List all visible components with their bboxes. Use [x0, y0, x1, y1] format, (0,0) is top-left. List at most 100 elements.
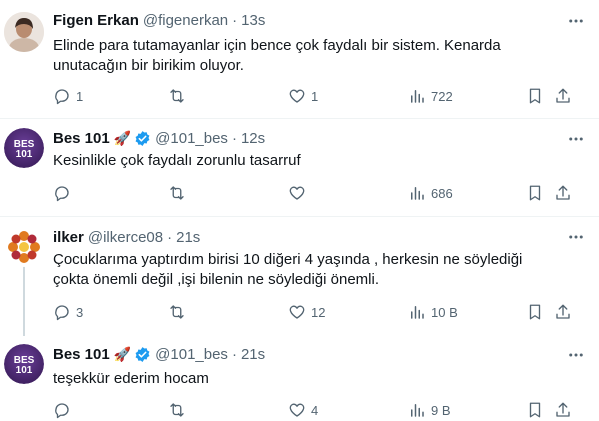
like-button[interactable]: 4 — [288, 400, 318, 420]
tweet-header: Bes 101 🚀 @101_bes · 12s — [53, 128, 265, 148]
avatar-bes[interactable]: BES 101 — [4, 344, 44, 384]
timestamp[interactable]: 12s — [241, 130, 265, 147]
reply-count: 1 — [76, 88, 84, 104]
retweet-button[interactable] — [168, 400, 191, 420]
bes-logo-bottom: 101 — [16, 149, 33, 160]
share-icon — [556, 402, 570, 417]
author-name[interactable]: Figen Erkan — [53, 12, 139, 29]
bookmark-icon — [529, 304, 541, 320]
more-icon — [569, 137, 583, 141]
views-icon — [411, 90, 424, 103]
author-handle[interactable]: @101_bes — [155, 346, 228, 363]
tweet-actions: 3 12 10 B — [48, 302, 588, 322]
like-button[interactable]: 12 — [288, 302, 325, 322]
retweet-button[interactable] — [168, 183, 191, 203]
tweet-text: teşekkür ederim hocam — [53, 370, 209, 387]
views-button[interactable]: 722 — [408, 86, 453, 106]
author-name[interactable]: ilker — [53, 229, 84, 246]
like-count: 4 — [311, 402, 319, 418]
tweet-bes-1[interactable]: BES 101 Bes 101 🚀 @101_bes · 12s Kesinli… — [0, 119, 599, 207]
avatar-bes[interactable]: BES 101 — [4, 128, 44, 168]
avatar-ilker[interactable] — [4, 227, 44, 267]
author-name[interactable]: Bes 101 — [53, 346, 110, 363]
like-count: 1 — [311, 88, 319, 104]
tweet-actions: 1 1 722 — [48, 86, 588, 106]
share-icon — [556, 88, 570, 103]
reply-count: 3 — [76, 304, 84, 320]
like-button[interactable] — [288, 183, 311, 203]
tweet-ilker[interactable]: ilker @ilkerce08 · 21s Çocuklarıma yaptı… — [0, 217, 599, 335]
bookmark-button[interactable] — [526, 400, 544, 420]
separator-dot: · — [232, 11, 238, 29]
rocket-emoji: 🚀 — [113, 129, 132, 146]
author-handle[interactable]: @figenerkan — [143, 12, 228, 29]
avatar-figen[interactable] — [4, 12, 44, 52]
like-count: 12 — [311, 304, 326, 320]
share-button[interactable] — [554, 400, 572, 420]
like-button[interactable]: 1 — [288, 86, 318, 106]
tweet-header: Figen Erkan @figenerkan · 13s — [53, 10, 265, 30]
timestamp[interactable]: 21s — [241, 346, 265, 363]
share-button[interactable] — [554, 86, 572, 106]
reply-button[interactable]: 1 — [53, 86, 83, 106]
tweet-bes-2[interactable]: BES 101 Bes 101 🚀 @101_bes · 21s teşekkü… — [0, 336, 599, 421]
tweet-text: Çocuklarıma yaptırdım birisi 10 diğeri 4… — [53, 251, 523, 288]
reply-button[interactable] — [53, 400, 76, 420]
rocket-emoji: 🚀 — [113, 345, 132, 362]
bookmark-icon — [529, 402, 541, 418]
more-options-button[interactable] — [567, 130, 587, 150]
retweet-icon — [170, 89, 184, 103]
separator-dot: · — [167, 228, 173, 246]
bes-logo-bottom: 101 — [16, 365, 33, 376]
tweet-header: ilker @ilkerce08 · 21s — [53, 227, 200, 247]
bes-logo-icon: BES 101 — [4, 344, 44, 384]
tweet-text: Elinde para tutamayanlar için bence çok … — [53, 37, 501, 74]
like-icon — [289, 305, 305, 319]
flower-pattern-icon — [4, 227, 44, 267]
more-icon — [569, 353, 583, 357]
reply-icon — [55, 89, 69, 105]
views-count: 722 — [431, 88, 453, 104]
share-button[interactable] — [554, 302, 572, 322]
more-options-button[interactable] — [567, 228, 587, 248]
author-name[interactable]: Bes 101 — [53, 130, 110, 147]
views-button[interactable]: 686 — [408, 183, 453, 203]
reply-button[interactable] — [53, 183, 76, 203]
retweet-button[interactable] — [168, 86, 191, 106]
bes-logo-icon: BES 101 — [4, 128, 44, 168]
more-options-button[interactable] — [567, 12, 587, 32]
bookmark-button[interactable] — [526, 183, 544, 203]
retweet-icon — [170, 403, 184, 417]
retweet-button[interactable] — [168, 302, 191, 322]
share-icon — [556, 304, 570, 319]
retweet-icon — [170, 186, 184, 200]
person-photo-icon — [4, 12, 44, 52]
retweet-icon — [170, 305, 184, 319]
tweet-figen[interactable]: Figen Erkan @figenerkan · 13s Elinde par… — [0, 0, 599, 118]
share-icon — [556, 185, 570, 200]
timestamp[interactable]: 13s — [241, 12, 265, 29]
bookmark-button[interactable] — [526, 302, 544, 322]
more-options-button[interactable] — [567, 346, 587, 366]
views-icon — [411, 404, 424, 417]
views-button[interactable]: 9 B — [408, 400, 451, 420]
author-handle[interactable]: @ilkerce08 — [88, 229, 163, 246]
views-icon — [411, 306, 424, 319]
timestamp[interactable]: 21s — [176, 229, 200, 246]
reply-icon — [55, 305, 69, 321]
reply-icon — [55, 186, 69, 202]
share-button[interactable] — [554, 183, 572, 203]
like-icon — [289, 89, 305, 103]
tweet-actions: 4 9 B — [48, 400, 588, 420]
author-handle[interactable]: @101_bes — [155, 130, 228, 147]
bookmark-button[interactable] — [526, 86, 544, 106]
verified-badge-icon — [134, 346, 151, 363]
separator-dot: · — [231, 129, 237, 147]
reply-button[interactable]: 3 — [53, 302, 83, 322]
reply-icon — [55, 403, 69, 419]
bookmark-icon — [529, 88, 541, 104]
views-count: 10 B — [431, 304, 458, 320]
like-icon — [289, 403, 305, 417]
more-icon — [569, 235, 583, 239]
views-button[interactable]: 10 B — [408, 302, 458, 322]
